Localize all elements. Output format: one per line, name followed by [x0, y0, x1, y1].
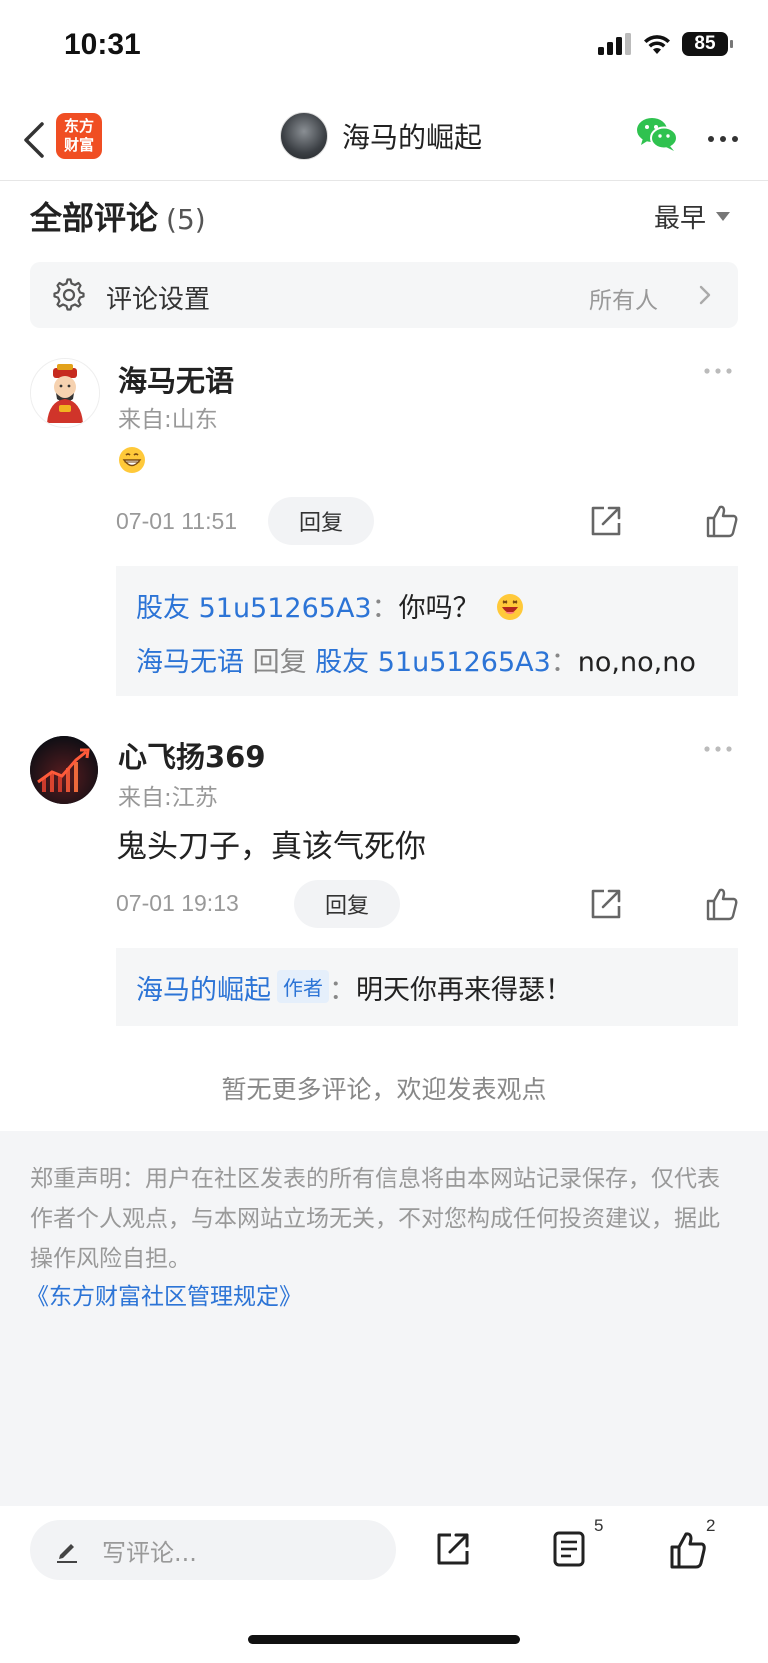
comment-settings-row[interactable]: 评论设置 所有人 — [30, 262, 738, 328]
reply-text: 你吗？ — [398, 593, 480, 624]
reply-text: no,no,no — [577, 647, 696, 678]
chevron-right-icon — [699, 285, 711, 305]
reply-separator: ： — [329, 975, 356, 1006]
like-icon[interactable] — [668, 1530, 708, 1570]
reply-item[interactable]: 海马无语 回复 股友 51u51265A3：no,no,no — [136, 640, 696, 679]
gear-icon — [53, 278, 85, 311]
author-badge: 作者 — [277, 970, 329, 1003]
reply-user[interactable]: 海马的崛起 — [136, 975, 271, 1006]
like-count-badge: 2 — [706, 1516, 716, 1535]
pen-icon — [57, 1544, 77, 1563]
reply-thread: 股友 51u51265A3：你吗？ 海马无语 回复 股友 51u51265A3：… — [116, 566, 738, 696]
settings-value: 所有人 — [589, 288, 658, 314]
comment-input[interactable]: 写评论... — [30, 1520, 396, 1580]
reply-separator: ： — [550, 647, 578, 678]
like-icon[interactable] — [704, 886, 740, 922]
reply-item[interactable]: 股友 51u51265A3：你吗？ — [136, 586, 524, 625]
comments-count: (5) — [166, 203, 206, 236]
wechat-share-icon[interactable] — [636, 116, 678, 152]
eastmoney-logo[interactable]: 东方 财富 — [56, 113, 102, 159]
reply-item[interactable]: 海马的崛起 作者 ：明天你再来得瑟！ — [136, 968, 572, 1007]
comments-header: 全部评论 (5) — [30, 193, 206, 239]
signal-icon — [598, 33, 631, 55]
reply-user[interactable]: 股友 51u51265A3 — [136, 593, 372, 624]
bottom-bar: 写评论... 5 2 — [0, 1506, 768, 1663]
caret-down-icon — [716, 212, 731, 221]
share-icon[interactable] — [434, 1530, 472, 1568]
god-of-wealth-avatar-icon — [31, 359, 99, 427]
disclaimer-text: 郑重声明：用户在社区发表的所有信息将由本网站记录保存，仅代表作者个人观点，与本网… — [30, 1166, 720, 1272]
comments-title: 全部评论 — [30, 199, 159, 237]
no-more-comments: 暂无更多评论，欢迎发表观点 — [221, 1075, 547, 1104]
wifi-icon — [644, 35, 670, 54]
logo-line-1: 东方 — [63, 117, 94, 135]
avatar[interactable] — [30, 358, 100, 428]
nav-bar: 东方 财富 海马的崛起 — [0, 100, 768, 181]
laugh-emoji-icon — [497, 594, 524, 620]
grin-emoji-icon — [119, 447, 145, 473]
nav-title: 海马的崛起 — [342, 121, 483, 154]
share-icon[interactable] — [588, 886, 624, 922]
stock-chart-avatar-icon — [30, 736, 98, 804]
status-icons: 85 — [598, 32, 733, 56]
comment-menu-icon[interactable] — [703, 744, 733, 754]
comments-list-icon[interactable] — [551, 1530, 587, 1568]
comment-location: 来自:江苏 — [118, 785, 218, 811]
comment-username[interactable]: 心飞扬369 — [118, 734, 266, 776]
share-icon[interactable] — [588, 503, 624, 539]
comment-count-badge: 5 — [594, 1516, 604, 1535]
nav-avatar[interactable] — [280, 112, 328, 160]
logo-line-2: 财富 — [63, 136, 94, 154]
home-indicator — [248, 1635, 520, 1644]
reply-button[interactable]: 回复 — [268, 497, 374, 545]
more-options-icon[interactable] — [706, 122, 740, 156]
reply-thread: 海马的崛起 作者 ：明天你再来得瑟！ — [116, 948, 738, 1026]
reply-text: 明天你再来得瑟！ — [356, 975, 572, 1006]
battery-indicator: 85 — [682, 32, 733, 56]
like-icon[interactable] — [704, 503, 740, 539]
community-rules-link[interactable]: 《东方财富社区管理规定》 — [26, 1277, 302, 1311]
sort-label: 最早 — [654, 204, 707, 234]
comment-time: 07-01 19:13 — [116, 890, 239, 916]
status-time: 10:31 — [64, 28, 141, 61]
back-icon[interactable] — [16, 118, 56, 162]
nav-author[interactable]: 海马的崛起 — [280, 112, 482, 160]
comment-text: 鬼头刀子，真该气死你 — [116, 829, 426, 865]
comment-input-placeholder: 写评论... — [102, 1538, 197, 1567]
reply-target-user[interactable]: 股友 51u51265A3 — [315, 647, 551, 678]
comment-location: 来自:山东 — [118, 407, 218, 433]
reply-word: 回复 — [252, 647, 307, 678]
reply-separator: ： — [371, 593, 399, 624]
comment-time: 07-01 11:51 — [116, 508, 238, 534]
reply-button[interactable]: 回复 — [294, 880, 400, 928]
sort-dropdown[interactable]: 最早 — [654, 198, 731, 235]
comment-username[interactable]: 海马无语 — [118, 358, 234, 400]
settings-label: 评论设置 — [106, 285, 211, 315]
avatar[interactable] — [30, 736, 98, 804]
reply-user[interactable]: 海马无语 — [136, 647, 244, 678]
disclaimer-section: 郑重声明：用户在社区发表的所有信息将由本网站记录保存，仅代表作者个人观点，与本网… — [0, 1131, 768, 1506]
comment-menu-icon[interactable] — [703, 366, 733, 376]
